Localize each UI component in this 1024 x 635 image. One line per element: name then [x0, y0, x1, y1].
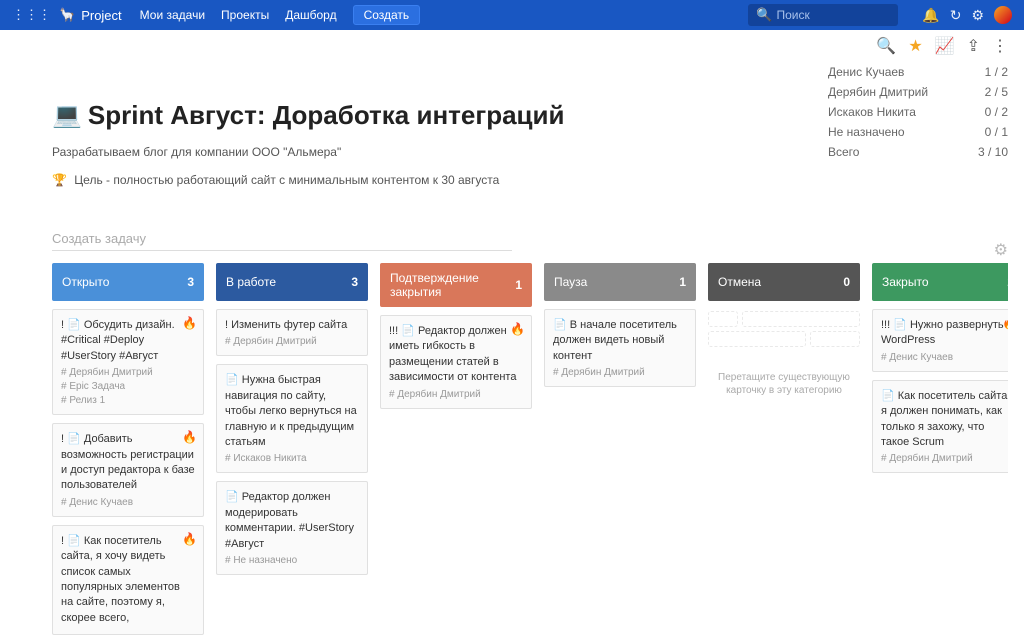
task-card[interactable]: 📄 В начале посетитель должен видеть новы…	[544, 309, 696, 387]
kanban-board: Открыто3🔥! 📄 Обсудить дизайн. #Critical …	[52, 263, 1008, 635]
create-button[interactable]: Создать	[353, 5, 421, 25]
bell-icon[interactable]: 🔔	[922, 7, 939, 24]
column-header[interactable]: Отмена 0	[708, 263, 860, 301]
history-icon[interactable]: ↻	[950, 7, 962, 24]
summary-row: Всего3 / 10	[828, 142, 1008, 162]
column-count: 1	[679, 275, 686, 289]
column-title: Отмена	[718, 275, 761, 289]
nav-dashboard[interactable]: Дашборд	[285, 8, 336, 22]
card-title: 📄 Нужна быстрая навигация по сайту, чтоб…	[225, 373, 359, 450]
fire-icon: 🔥	[182, 316, 197, 330]
card-meta: # Искаков Никита	[225, 453, 359, 464]
share-icon[interactable]: ⇪	[967, 36, 980, 56]
goal-line: 🏆 Цель - полностью работающий сайт с мин…	[52, 173, 1008, 187]
column-count: 1	[515, 278, 522, 292]
user-avatar[interactable]	[994, 6, 1012, 24]
card-meta: # Не назначено	[225, 555, 359, 566]
board-column: Отмена 0 Перетащите существующую карточку …	[708, 263, 860, 635]
card-title: ! 📄 Как посетитель сайта, я хочу видеть …	[61, 534, 195, 626]
card-title: !!! 📄 Нужно развернуть WordPress	[881, 318, 1008, 349]
fire-icon: 🔥	[510, 322, 525, 336]
more-icon[interactable]: ⋮	[992, 36, 1008, 56]
card-title: ! 📄 Обсудить дизайн. #Critical #Deploy #…	[61, 318, 195, 364]
column-count: 2	[1007, 275, 1008, 289]
page-toolbar: 🔍 ★ 📈 ⇪ ⋮	[876, 36, 1008, 56]
task-card[interactable]: ! Изменить футер сайта # Дерябин Дмитрий	[216, 309, 368, 356]
column-title: В работе	[226, 275, 276, 289]
brand-name[interactable]: Project	[81, 8, 121, 23]
summary-row: Искаков Никита0 / 2	[828, 102, 1008, 122]
top-navbar: ⋮⋮⋮ 🦙 Project Мои задачи Проекты Дашборд…	[0, 0, 1024, 30]
assignee-summary: Денис Кучаев1 / 2 Дерябин Дмитрий2 / 5 И…	[828, 62, 1008, 162]
card-title: ! Изменить футер сайта	[225, 318, 359, 333]
card-meta: # Дерябин Дмитрий	[553, 367, 687, 378]
column-header[interactable]: Открыто 3	[52, 263, 204, 301]
card-meta: # Релиз 1	[61, 395, 195, 406]
create-task-input-wrap[interactable]	[52, 227, 512, 251]
column-title: Открыто	[62, 275, 109, 289]
board-column: Пауза 1 📄 В начале посетитель должен видет…	[544, 263, 696, 635]
card-title: ! 📄 Добавить возможность регистрации и д…	[61, 432, 195, 494]
board-column: Закрыто 2 🔥!!! 📄 Нужно развернуть WordPres…	[872, 263, 1008, 635]
create-task-input[interactable]	[52, 227, 512, 250]
column-count: 3	[351, 275, 358, 289]
task-card[interactable]: 🔥!!! 📄 Редактор должен иметь гибкость в …	[380, 315, 532, 409]
task-card[interactable]: 🔥! 📄 Обсудить дизайн. #Critical #Deploy …	[52, 309, 204, 415]
card-meta: # Epic Задача	[61, 381, 195, 392]
task-card[interactable]: 📄 Редактор должен модерировать комментар…	[216, 481, 368, 575]
search-icon[interactable]: 🔍	[876, 36, 896, 56]
chart-icon[interactable]: 📈	[935, 36, 955, 56]
board-column: Подтверждение закрытия1 🔥!!! 📄 Редактор д…	[380, 263, 532, 635]
column-header[interactable]: Подтверждение закрытия1	[380, 263, 532, 307]
fire-icon: 🔥	[1002, 316, 1008, 330]
search-box[interactable]: 🔍	[748, 4, 898, 26]
nav-my-tasks[interactable]: Мои задачи	[140, 8, 205, 22]
card-title: 📄 Как посетитель сайта, я должен понимат…	[881, 389, 1008, 451]
column-header[interactable]: Закрыто 2	[872, 263, 1008, 301]
column-header[interactable]: Пауза 1	[544, 263, 696, 301]
fire-icon: 🔥	[182, 430, 197, 444]
apps-grid-icon[interactable]: ⋮⋮⋮	[12, 7, 51, 23]
card-meta: # Дерябин Дмитрий	[389, 389, 523, 400]
nav-projects[interactable]: Проекты	[221, 8, 269, 22]
card-meta: # Дерябин Дмитрий	[61, 367, 195, 378]
card-title: 📄 Редактор должен модерировать комментар…	[225, 490, 359, 552]
task-card[interactable]: 🔥!!! 📄 Нужно развернуть WordPress # Денис…	[872, 309, 1008, 372]
card-title: 📄 В начале посетитель должен видеть новы…	[553, 318, 687, 364]
drop-hint: Перетащите существующую карточку в эту к…	[708, 371, 860, 397]
card-meta: # Дерябин Дмитрий	[881, 453, 1008, 464]
app-logo-icon: 🦙	[59, 7, 75, 23]
empty-placeholder	[708, 311, 860, 361]
card-title: !!! 📄 Редактор должен иметь гибкость в р…	[389, 324, 523, 386]
board-column: В работе 3 ! Изменить футер сайта # Дерябин…	[216, 263, 368, 635]
column-title: Пауза	[554, 275, 587, 289]
task-card[interactable]: 📄 Как посетитель сайта, я должен понимат…	[872, 380, 1008, 474]
search-icon: 🔍	[756, 7, 772, 23]
column-title: Закрыто	[882, 275, 929, 289]
card-meta: # Дерябин Дмитрий	[225, 336, 359, 347]
summary-row: Денис Кучаев1 / 2	[828, 62, 1008, 82]
task-card[interactable]: 📄 Нужна быстрая навигация по сайту, чтоб…	[216, 364, 368, 473]
summary-row: Не назначено0 / 1	[828, 122, 1008, 142]
fire-icon: 🔥	[182, 532, 197, 546]
trophy-icon: 🏆	[52, 173, 67, 187]
task-card[interactable]: 🔥! 📄 Добавить возможность регистрации и …	[52, 423, 204, 517]
card-meta: # Денис Кучаев	[61, 497, 195, 508]
gear-icon[interactable]: ⚙	[971, 7, 984, 24]
board-column: Открыто3🔥! 📄 Обсудить дизайн. #Critical …	[52, 263, 204, 635]
summary-row: Дерябин Дмитрий2 / 5	[828, 82, 1008, 102]
laptop-icon: 💻	[52, 101, 82, 130]
column-count: 3	[187, 275, 194, 289]
column-title: Подтверждение закрытия	[390, 271, 515, 299]
column-header[interactable]: В работе 3	[216, 263, 368, 301]
card-meta: # Денис Кучаев	[881, 352, 1008, 363]
star-icon[interactable]: ★	[908, 36, 922, 56]
column-count: 0	[843, 275, 850, 289]
board-settings-icon[interactable]: ⚙	[994, 240, 1008, 260]
search-input[interactable]	[776, 8, 890, 22]
task-card[interactable]: 🔥! 📄 Как посетитель сайта, я хочу видеть…	[52, 525, 204, 635]
